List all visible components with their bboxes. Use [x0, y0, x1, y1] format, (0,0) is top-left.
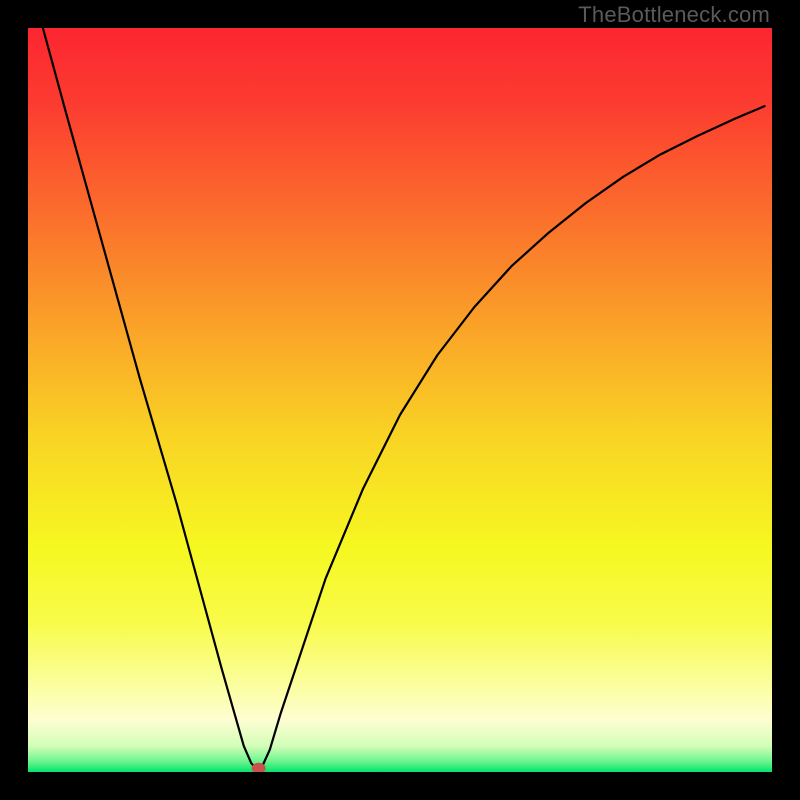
chart-background — [28, 28, 772, 772]
watermark-text: TheBottleneck.com — [578, 2, 770, 28]
chart-frame — [28, 28, 772, 772]
bottleneck-chart — [28, 28, 772, 772]
